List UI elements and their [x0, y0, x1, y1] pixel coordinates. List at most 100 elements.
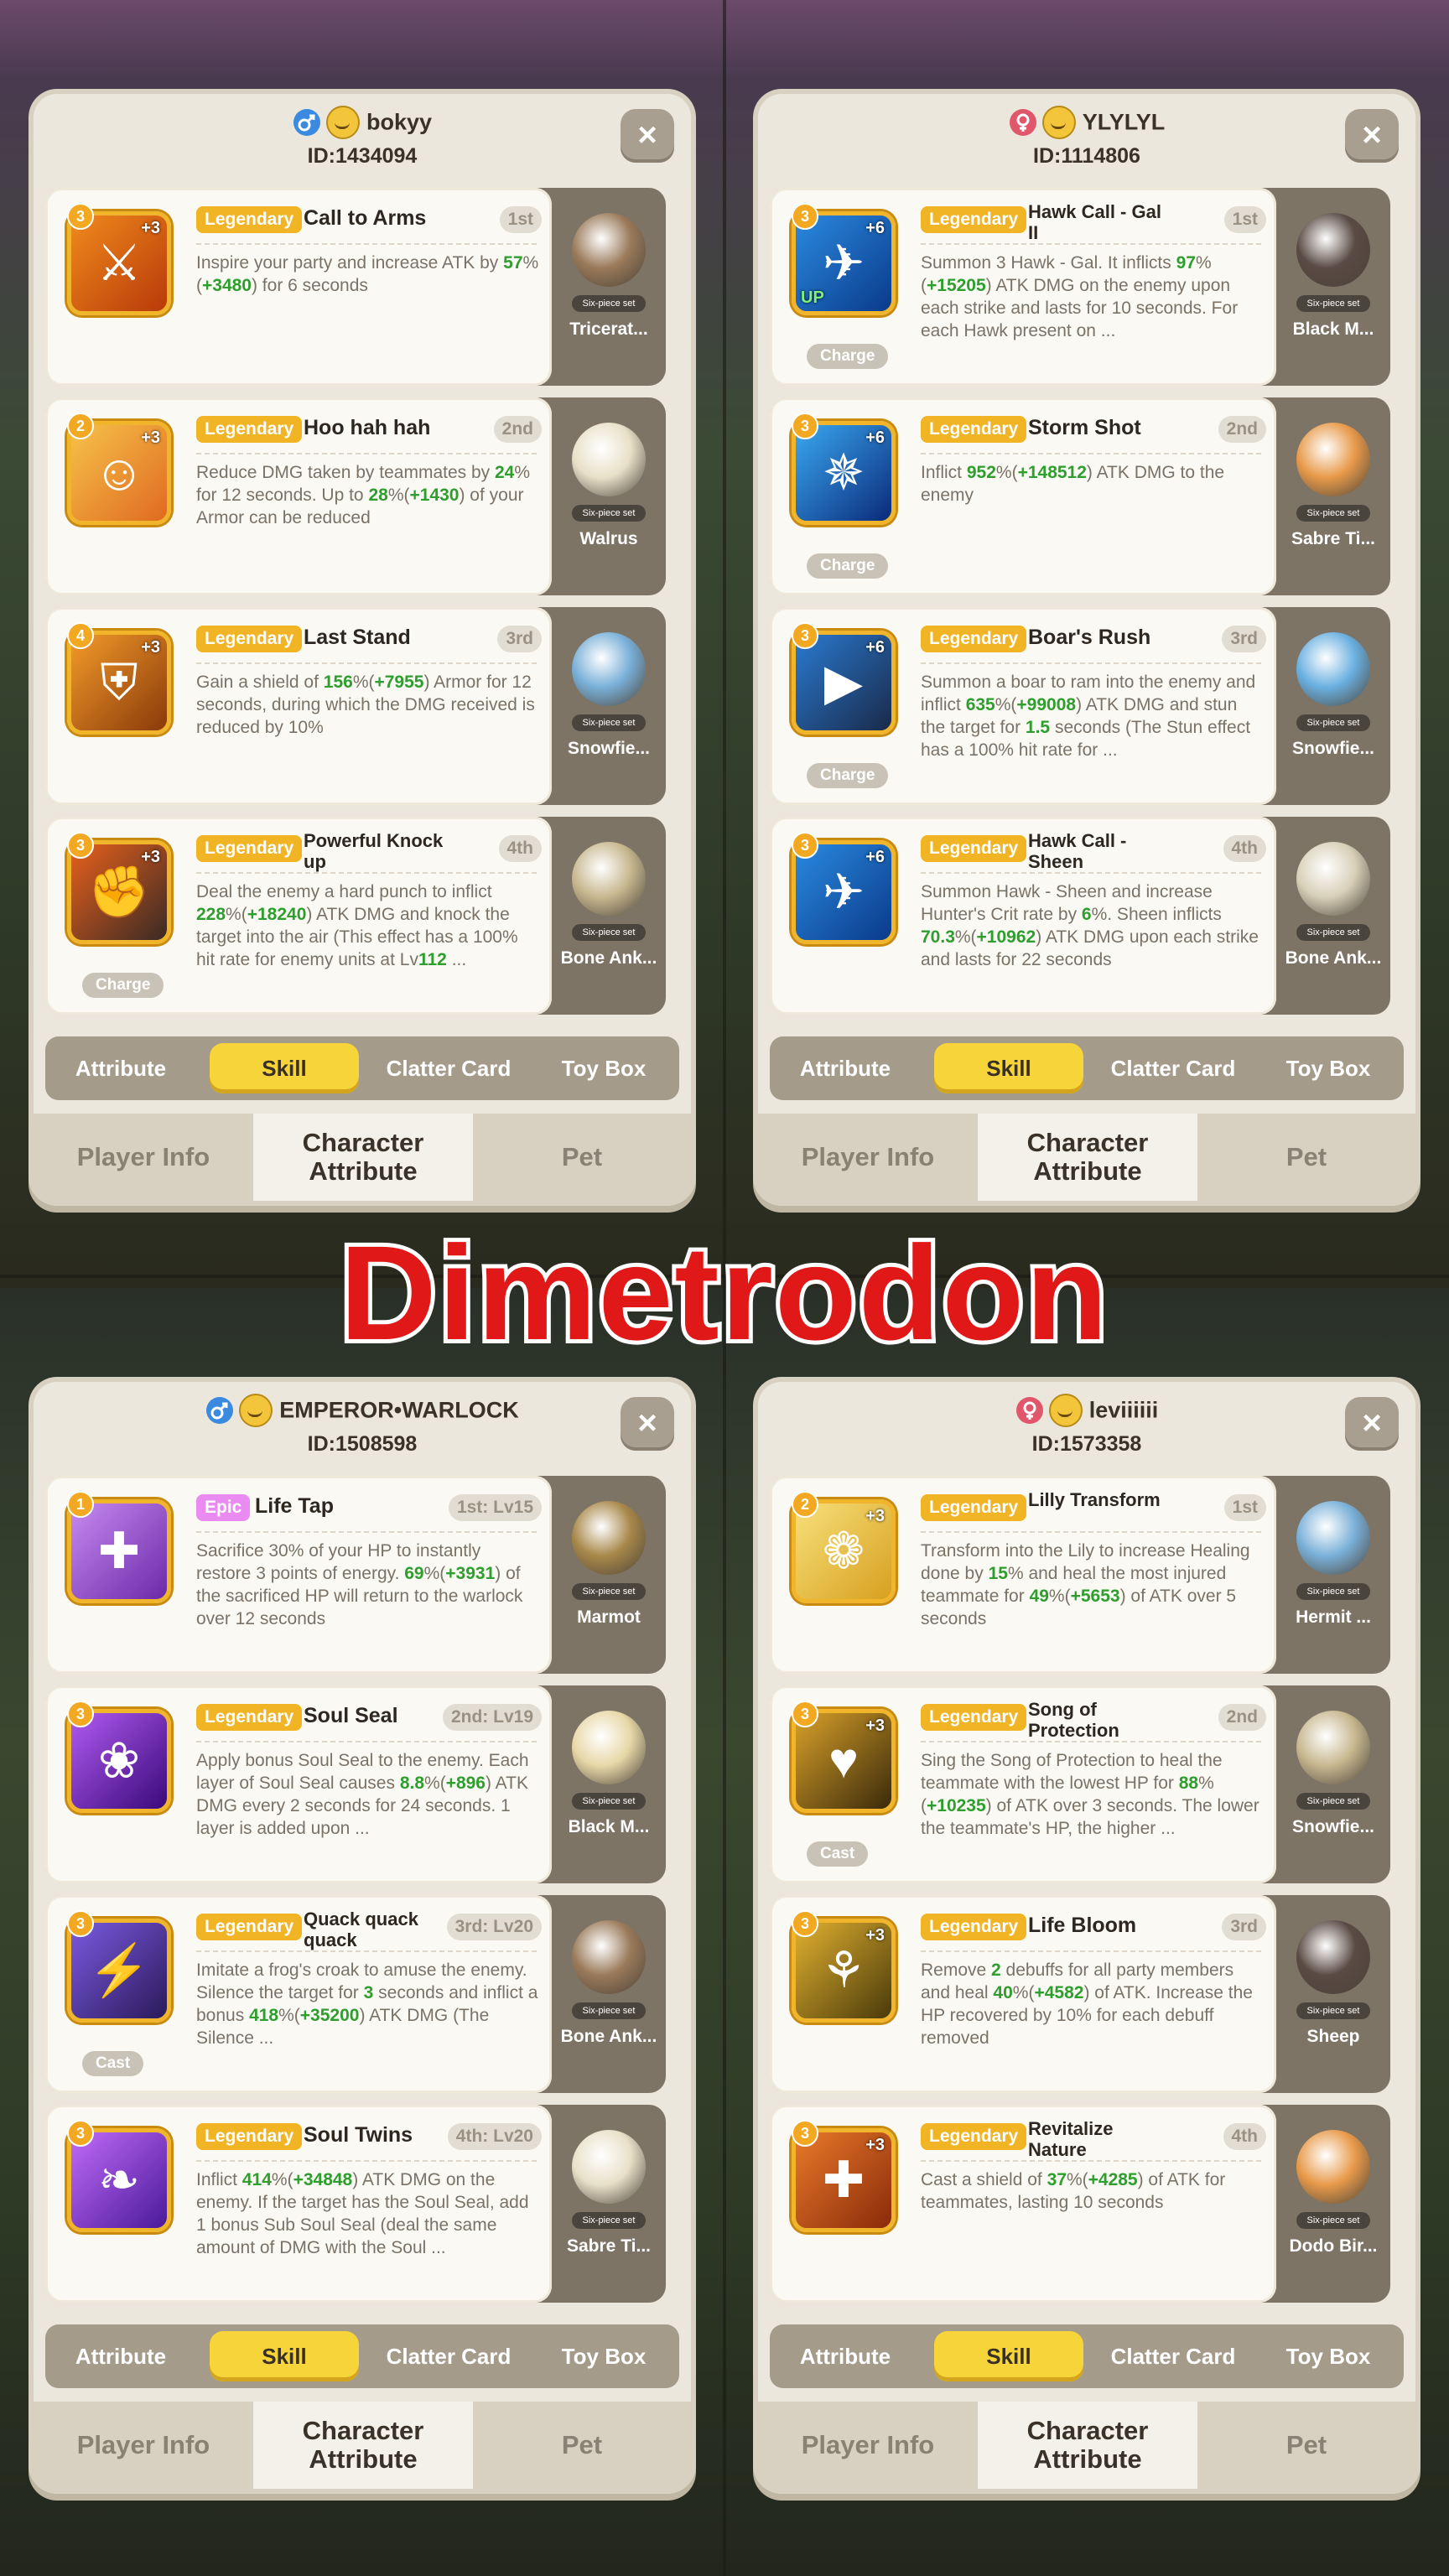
skill-row[interactable]: ✚ +3 3 Legendary Revitalize Nature 4th Cast a … — [770, 2105, 1390, 2303]
skill-description: Remove 2 debuffs for all party members a… — [921, 1961, 1253, 2048]
skill-card[interactable]: ⚡ 3 Cast Legendary Quack quack quack 3rd: Lv2… — [45, 1895, 552, 2093]
skill-name: Revitalize Nature — [1028, 2118, 1114, 2160]
skill-row[interactable]: ❁ +3 2 Legendary Lilly Transform 1st Transform… — [770, 1476, 1390, 1674]
pet-slot[interactable]: Six-piece set Walrus — [552, 397, 666, 595]
pet-slot[interactable]: Six-piece set Snowfie... — [1276, 607, 1390, 805]
skill-card[interactable]: ✊ +3 3 Charge Legendary Powerful Knock up 4th D… — [45, 817, 552, 1015]
skill-row[interactable]: ⚘ +3 3 Legendary Life Bloom 3rd Remove 2 debuf… — [770, 1895, 1390, 2093]
pet-slot[interactable]: Six-piece set Sheep — [1276, 1895, 1390, 2093]
pet-slot[interactable]: Six-piece set Black M... — [552, 1685, 666, 1883]
tab-toy-box[interactable]: Toy Box — [1261, 2331, 1395, 2381]
pet-slot[interactable]: Six-piece set Snowfie... — [552, 607, 666, 805]
tab-skill[interactable]: Skill — [934, 2331, 1083, 2381]
skill-row[interactable]: ✵ +6 3 Charge Legendary Storm Shot 2nd Inflict … — [770, 397, 1390, 595]
close-button[interactable]: × — [621, 109, 674, 163]
skill-name: Powerful Knock up — [304, 830, 444, 872]
bottom-tab-player-info[interactable]: Player Info — [758, 2402, 978, 2489]
skill-row[interactable]: ⚔ +3 3 Legendary Call to Arms 1st Inspire your… — [45, 188, 666, 386]
skill-slot-order: 3rd — [497, 626, 542, 652]
bottom-tab-character-attribute[interactable]: Character Attribute — [978, 1114, 1197, 1201]
pet-slot[interactable]: Six-piece set Hermit ... — [1276, 1476, 1390, 1674]
skill-row[interactable]: ♥ +3 3 Cast Legendary Song of Protection 2nd Si… — [770, 1685, 1390, 1883]
pet-name: Bone Ank... — [560, 948, 657, 968]
bottom-tab-character-attribute[interactable]: Character Attribute — [253, 2402, 473, 2489]
tab-clatter-card[interactable]: Clatter Card — [1092, 1043, 1254, 1093]
pet-name: Sabre Ti... — [567, 2236, 651, 2256]
tab-toy-box[interactable]: Toy Box — [537, 1043, 671, 1093]
skill-row[interactable]: ☺ +3 2 Legendary Hoo hah hah 2nd Reduce DMG ta… — [45, 397, 666, 595]
skill-card[interactable]: ▶ +6 3 Charge Legendary Boar's Rush 3rd Summon … — [770, 607, 1276, 805]
skill-cast-type-tag: Cast — [807, 1841, 869, 1867]
pet-slot[interactable]: Six-piece set Sabre Ti... — [1276, 397, 1390, 595]
skill-row[interactable]: ⛨ +3 4 Legendary Last Stand 3rd Gain a shield … — [45, 607, 666, 805]
skill-row[interactable]: ✈ +6 UP 3 Charge Legendary Hawk Call - Gal II 1… — [770, 188, 1390, 386]
bottom-tab-character-attribute[interactable]: Character Attribute — [978, 2402, 1197, 2489]
tab-attribute[interactable]: Attribute — [54, 1043, 188, 1093]
skill-card[interactable]: ⚔ +3 3 Legendary Call to Arms 1st Inspire your… — [45, 188, 552, 386]
pet-avatar-icon — [1296, 1711, 1370, 1784]
pet-slot[interactable]: Six-piece set Bone Ank... — [552, 817, 666, 1015]
tab-skill[interactable]: Skill — [210, 1043, 359, 1093]
bottom-tab-pet[interactable]: Pet — [1197, 1114, 1415, 1201]
skill-card[interactable]: ✚ 1 Epic Life Tap 1st: Lv15 Sacrifice 30% of … — [45, 1476, 552, 1674]
tab-attribute[interactable]: Attribute — [54, 2331, 188, 2381]
tab-attribute[interactable]: Attribute — [778, 1043, 912, 1093]
tab-clatter-card[interactable]: Clatter Card — [1092, 2331, 1254, 2381]
tab-toy-box[interactable]: Toy Box — [1261, 1043, 1395, 1093]
bottom-tab-pet[interactable]: Pet — [473, 1114, 691, 1201]
tab-skill[interactable]: Skill — [934, 1043, 1083, 1093]
tab-skill[interactable]: Skill — [210, 2331, 359, 2381]
skill-name: Soul Seal — [304, 1704, 398, 1727]
skill-plus-badge: +6 — [865, 428, 885, 447]
skill-row[interactable]: ▶ +6 3 Charge Legendary Boar's Rush 3rd Summon … — [770, 607, 1390, 805]
bottom-tab-player-info[interactable]: Player Info — [34, 1114, 253, 1201]
skill-glyph: ❀ — [97, 1732, 141, 1789]
bottom-tab-character-attribute[interactable]: Character Attribute — [253, 1114, 473, 1201]
skill-card[interactable]: ❁ +3 2 Legendary Lilly Transform 1st Transform… — [770, 1476, 1276, 1674]
skill-row[interactable]: ❧ 3 Legendary Soul Twins 4th: Lv20 Inflict 41… — [45, 2105, 666, 2303]
skill-card[interactable]: ⚘ +3 3 Legendary Life Bloom 3rd Remove 2 debuf… — [770, 1895, 1276, 2093]
close-button[interactable]: × — [1345, 1397, 1399, 1451]
close-button[interactable]: × — [621, 1397, 674, 1451]
bottom-tab-pet[interactable]: Pet — [1197, 2402, 1415, 2489]
bottom-tab-pet[interactable]: Pet — [473, 2402, 691, 2489]
tab-attribute[interactable]: Attribute — [778, 2331, 912, 2381]
skill-row[interactable]: ✊ +3 3 Charge Legendary Powerful Knock up 4th D… — [45, 817, 666, 1015]
pet-slot[interactable]: Six-piece set Tricerat... — [552, 188, 666, 386]
tab-clatter-card[interactable]: Clatter Card — [367, 1043, 530, 1093]
skill-card[interactable]: ☺ +3 2 Legendary Hoo hah hah 2nd Reduce DMG ta… — [45, 397, 552, 595]
bottom-tab-player-info[interactable]: Player Info — [34, 2402, 253, 2489]
skill-row[interactable]: ✈ +6 3 Legendary Hawk Call - Sheen 4th Summon … — [770, 817, 1390, 1015]
skill-card[interactable]: ♥ +3 3 Cast Legendary Song of Protection 2nd Si… — [770, 1685, 1276, 1883]
close-button[interactable]: × — [1345, 109, 1399, 163]
tab-toy-box[interactable]: Toy Box — [537, 2331, 671, 2381]
skill-row[interactable]: ✚ 1 Epic Life Tap 1st: Lv15 Sacrifice 30% of … — [45, 1476, 666, 1674]
bottom-tab-label: Character Attribute — [1026, 2416, 1149, 2474]
pet-slot[interactable]: Six-piece set Bone Ank... — [552, 1895, 666, 2093]
rarity-badge: Legendary — [196, 416, 303, 443]
skill-row[interactable]: ❀ 3 Legendary Soul Seal 2nd: Lv19 Apply bonus… — [45, 1685, 666, 1883]
skill-card[interactable]: ✈ +6 UP 3 Charge Legendary Hawk Call - Gal II 1… — [770, 188, 1276, 386]
tab-clatter-card[interactable]: Clatter Card — [367, 2331, 530, 2381]
pet-slot[interactable]: Six-piece set Snowfie... — [1276, 1685, 1390, 1883]
bottom-tab-player-info[interactable]: Player Info — [758, 1114, 978, 1201]
skill-card[interactable]: ✵ +6 3 Charge Legendary Storm Shot 2nd Inflict … — [770, 397, 1276, 595]
pet-avatar-icon — [572, 213, 646, 287]
skill-row[interactable]: ⚡ 3 Cast Legendary Quack quack quack 3rd: Lv2… — [45, 1895, 666, 2093]
pet-slot[interactable]: Six-piece set Marmot — [552, 1476, 666, 1674]
skill-card[interactable]: ⛨ +3 4 Legendary Last Stand 3rd Gain a shield … — [45, 607, 552, 805]
skill-card[interactable]: ❀ 3 Legendary Soul Seal 2nd: Lv19 Apply bonus… — [45, 1685, 552, 1883]
divider — [921, 872, 1261, 874]
pet-slot[interactable]: Six-piece set Black M... — [1276, 188, 1390, 386]
skill-card[interactable]: ✈ +6 3 Legendary Hawk Call - Sheen 4th Summon … — [770, 817, 1276, 1015]
skill-card[interactable]: ✚ +3 3 Legendary Revitalize Nature 4th Cast a … — [770, 2105, 1276, 2303]
skill-plus-badge: +3 — [865, 1716, 885, 1735]
bottom-tab-label: Player Info — [801, 2430, 935, 2459]
skill-plus-badge: +3 — [141, 638, 160, 657]
skill-slot-order: 2nd — [1218, 1704, 1266, 1731]
pet-slot[interactable]: Six-piece set Sabre Ti... — [552, 2105, 666, 2303]
pet-slot[interactable]: Six-piece set Bone Ank... — [1276, 817, 1390, 1015]
pet-slot[interactable]: Six-piece set Dodo Bir... — [1276, 2105, 1390, 2303]
skill-card[interactable]: ❧ 3 Legendary Soul Twins 4th: Lv20 Inflict 41… — [45, 2105, 552, 2303]
player-name-row: YLYLYL — [758, 106, 1415, 139]
